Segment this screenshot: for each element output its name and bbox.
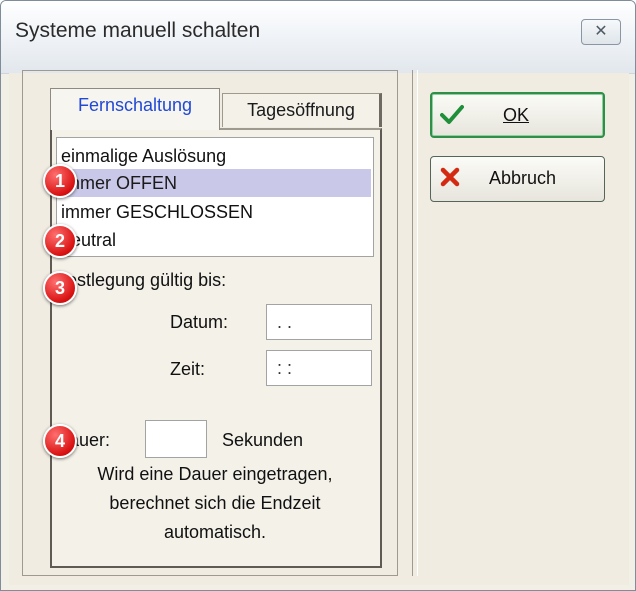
date-field[interactable]: . . [266,304,372,340]
mode-listbox[interactable]: einmalige Auslösung immer OFFEN immer GE… [56,137,374,257]
callout-badge-3: 3 [43,271,77,305]
callout-badge-2: 2 [43,224,77,258]
list-item[interactable]: immer OFFEN [59,169,371,197]
title-bar: Systeme manuell schalten ✕ [1,1,635,74]
duration-note: Wird eine Dauer eingetragen, berechnet s… [56,460,374,547]
callout-badge-4: 4 [43,424,77,458]
close-button[interactable]: ✕ [581,19,621,45]
close-icon: ✕ [594,23,608,40]
time-field[interactable]: : : [266,350,372,386]
list-item[interactable]: immer GESCHLOSSEN [59,198,371,226]
list-item[interactable]: einmalige Auslösung [59,142,371,170]
cancel-button[interactable]: Abbruch [430,156,605,202]
ok-label: OK [503,105,530,125]
tab-tagesoeffnung[interactable]: Tagesöffnung [222,93,382,127]
tab-fernschaltung[interactable]: Fernschaltung [50,88,220,130]
group-divider [412,70,418,576]
duration-note-line: Wird eine Dauer eingetragen, [97,464,333,484]
check-icon [440,103,464,125]
duration-note-line: berechnet sich die Endzeit [109,493,321,513]
duration-field[interactable] [145,420,207,458]
ok-button[interactable]: OK [430,92,605,138]
duration-unit: Sekunden [222,430,304,450]
callout-badge-1: 1 [43,164,77,198]
date-label: Datum: [170,312,229,332]
window-title: Systeme manuell schalten [15,19,261,42]
validity-heading: Festlegung gültig bis: [56,270,227,290]
cancel-label: Abbruch [489,168,557,188]
list-item[interactable]: neutral [59,226,371,254]
x-icon [439,166,461,188]
time-label: Zeit: [170,359,206,379]
duration-note-line: automatisch. [163,522,267,542]
